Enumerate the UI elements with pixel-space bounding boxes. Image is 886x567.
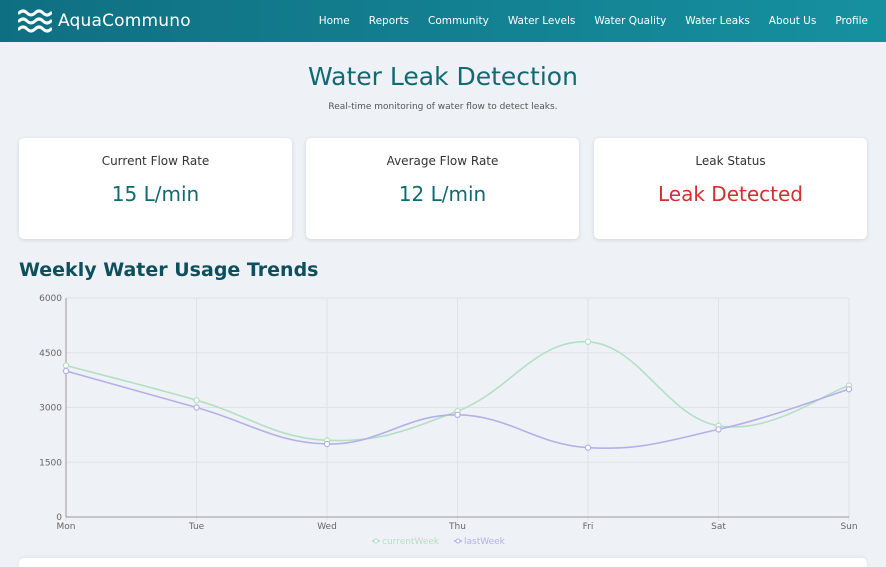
average-flow-card: Average Flow Rate 12 L/min bbox=[306, 138, 579, 239]
data-point-lastWeek bbox=[454, 411, 461, 419]
nav-item-about-us[interactable]: About Us bbox=[769, 15, 817, 27]
brand[interactable]: AquaCommuno bbox=[18, 8, 191, 34]
x-tick-label: Sat bbox=[711, 522, 726, 532]
usage-chart: 0 1500 3000 4500 6000 Mon Tue Wed Thu Fri Sat Sun cu… bbox=[0, 290, 886, 560]
nav-item-water-quality[interactable]: Water Quality bbox=[594, 15, 666, 27]
nav-menu: Home Reports Community Water Levels Wate… bbox=[300, 0, 868, 42]
data-point-lastWeek bbox=[845, 386, 853, 393]
average-flow-label: Average Flow Rate bbox=[386, 154, 499, 168]
data-point-currentWeek bbox=[193, 396, 200, 404]
leak-status-card: Leak Status Leak Detected bbox=[594, 138, 867, 239]
nav-item-water-levels[interactable]: Water Levels bbox=[508, 15, 576, 27]
y-tick-label: 4500 bbox=[39, 349, 62, 359]
page-title: Water Leak Detection bbox=[308, 62, 578, 91]
x-tick-label: Sun bbox=[840, 522, 857, 532]
x-tick-label: Wed bbox=[317, 522, 337, 532]
x-tick-label: Fri bbox=[583, 522, 594, 532]
brand-name: AquaCommuno bbox=[58, 11, 191, 31]
nav-item-profile[interactable]: Profile bbox=[835, 15, 868, 27]
legend-marker-currentWeek bbox=[373, 538, 379, 544]
data-point-lastWeek bbox=[715, 426, 722, 433]
data-point-currentWeek bbox=[62, 362, 70, 369]
y-tick-label: 6000 bbox=[39, 294, 62, 304]
nav-item-community[interactable]: Community bbox=[428, 15, 489, 27]
leak-status-label: Leak Status bbox=[695, 154, 766, 168]
x-tick-label: Tue bbox=[188, 522, 205, 532]
waves-logo-icon bbox=[18, 9, 52, 33]
nav-item-water-leaks[interactable]: Water Leaks bbox=[685, 15, 750, 27]
legend-marker-lastWeek bbox=[455, 538, 461, 544]
y-tick-label: 3000 bbox=[39, 404, 62, 414]
average-flow-value: 12 L/min bbox=[398, 182, 487, 206]
legend-label-currentWeek: currentWeek bbox=[382, 537, 440, 547]
y-tick-label: 1500 bbox=[39, 458, 62, 468]
x-tick-label: Thu bbox=[448, 522, 466, 532]
navbar: AquaCommuno Home Reports Community Water… bbox=[0, 0, 886, 42]
current-flow-value: 15 L/min bbox=[111, 182, 200, 206]
data-point-lastWeek bbox=[323, 440, 331, 448]
page-subtitle: Real-time monitoring of water flow to de… bbox=[328, 102, 558, 112]
section-title: Weekly Water Usage Trends bbox=[19, 259, 319, 281]
current-flow-label: Current Flow Rate bbox=[101, 154, 210, 168]
data-point-lastWeek bbox=[193, 404, 200, 411]
nav-item-home[interactable]: Home bbox=[319, 15, 350, 27]
usage-chart-svg: 01500300045006000Mon Tue Wed Thu Fri Sat Suncu… bbox=[39, 294, 857, 547]
data-point-currentWeek bbox=[584, 338, 592, 346]
leak-status-value: Leak Detected bbox=[658, 182, 803, 206]
bottom-panel bbox=[19, 558, 867, 567]
current-flow-card: Current Flow Rate 15 L/min bbox=[19, 138, 292, 239]
data-point-lastWeek bbox=[584, 444, 592, 451]
nav-item-reports[interactable]: Reports bbox=[369, 15, 409, 27]
data-point-lastWeek bbox=[62, 367, 70, 375]
x-tick-label: Mon bbox=[57, 522, 76, 532]
legend-label-lastWeek: lastWeek bbox=[464, 537, 506, 547]
